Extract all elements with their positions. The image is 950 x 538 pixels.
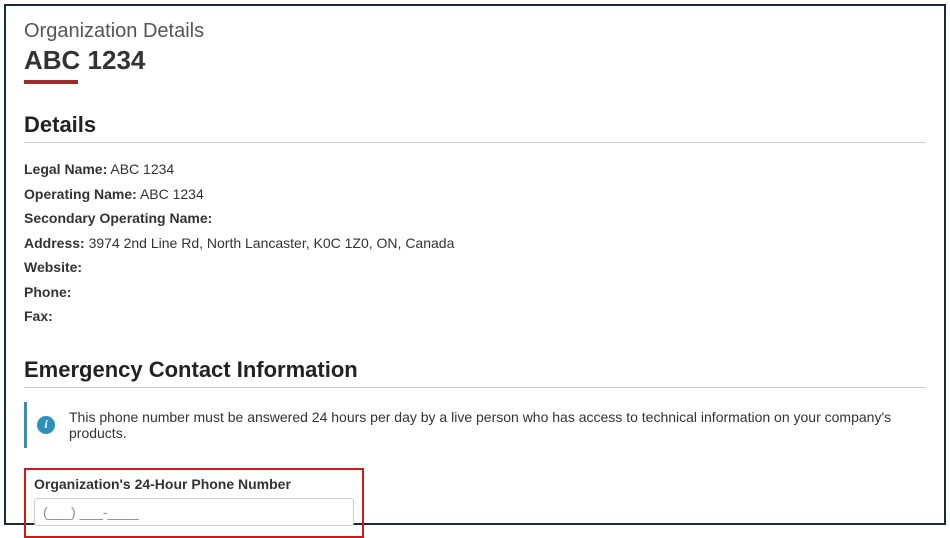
secondary-operating-name-row: Secondary Operating Name: <box>24 206 926 231</box>
phone-row: Phone: <box>24 280 926 305</box>
phone-field-highlight: Organization's 24-Hour Phone Number <box>24 468 364 538</box>
phone-field-label: Organization's 24-Hour Phone Number <box>34 476 354 492</box>
info-box: i This phone number must be answered 24 … <box>24 402 926 448</box>
operating-name-row: Operating Name: ABC 1234 <box>24 182 926 207</box>
legal-name-row: Legal Name: ABC 1234 <box>24 157 926 182</box>
website-label: Website: <box>24 259 82 275</box>
org-24h-phone-input[interactable] <box>34 498 354 526</box>
address-label: Address: <box>24 235 85 251</box>
details-divider <box>24 142 926 143</box>
legal-name-value: ABC 1234 <box>110 161 174 177</box>
title-underline <box>24 80 78 84</box>
emergency-section-heading: Emergency Contact Information <box>24 357 926 383</box>
operating-name-value: ABC 1234 <box>140 186 204 202</box>
secondary-operating-name-label: Secondary Operating Name: <box>24 210 212 226</box>
operating-name-label: Operating Name: <box>24 186 137 202</box>
address-value: 3974 2nd Line Rd, North Lancaster, K0C 1… <box>89 235 455 251</box>
page-title: ABC 1234 <box>24 45 926 76</box>
emergency-divider <box>24 387 926 388</box>
organization-details-panel: Organization Details ABC 1234 Details Le… <box>4 4 946 525</box>
legal-name-label: Legal Name: <box>24 161 107 177</box>
fax-row: Fax: <box>24 304 926 329</box>
address-row: Address: 3974 2nd Line Rd, North Lancast… <box>24 231 926 256</box>
phone-label: Phone: <box>24 284 71 300</box>
info-text: This phone number must be answered 24 ho… <box>69 409 926 441</box>
info-icon: i <box>37 416 55 434</box>
details-block: Legal Name: ABC 1234 Operating Name: ABC… <box>24 157 926 329</box>
details-section-heading: Details <box>24 112 926 138</box>
website-row: Website: <box>24 255 926 280</box>
page-pretitle: Organization Details <box>24 20 926 43</box>
fax-label: Fax: <box>24 308 53 324</box>
